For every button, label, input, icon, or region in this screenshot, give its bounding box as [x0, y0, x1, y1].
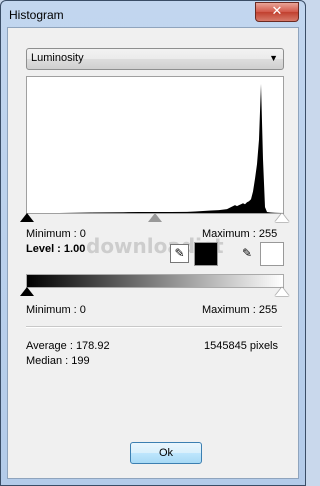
title-bar[interactable]: Histogram ✕	[1, 1, 305, 27]
chevron-down-icon: ▼	[269, 53, 278, 63]
eyedropper-icon: ✎	[241, 246, 253, 260]
input-levels-slider[interactable]	[20, 212, 289, 224]
median-label: Median : 199	[26, 355, 90, 367]
eyedropper-icon: ✎	[174, 246, 185, 260]
output-minimum-label: Minimum : 0	[26, 304, 86, 316]
close-button[interactable]: ✕	[255, 2, 299, 22]
white-eyedropper-button[interactable]: ✎	[238, 244, 256, 262]
gray-eyedropper-button[interactable]: ✎	[170, 244, 189, 263]
input-white-point-handle[interactable]	[275, 213, 289, 222]
histogram-plot	[27, 83, 282, 213]
white-swatch[interactable]	[260, 242, 284, 266]
output-maximum-label: Maximum : 255	[202, 304, 278, 316]
output-white-handle[interactable]	[275, 287, 289, 296]
black-swatch[interactable]	[194, 242, 218, 266]
histogram-area	[27, 83, 282, 213]
pixels-count-label: 1545845 pixels	[204, 340, 279, 352]
input-gamma-handle[interactable]	[148, 213, 162, 222]
ok-button-label: Ok	[158, 447, 174, 459]
output-black-handle[interactable]	[20, 287, 34, 296]
histogram-window: Histogram ✕ Luminosity ▼ Minimum : 0 Max…	[0, 0, 306, 486]
channel-dropdown[interactable]: Luminosity ▼	[26, 48, 284, 70]
level-label: Level : 1.00	[26, 243, 86, 255]
input-black-point-handle[interactable]	[20, 213, 34, 222]
dialog-body: Luminosity ▼ Minimum : 0 Maximum : 255 L…	[7, 27, 299, 479]
histogram-chart	[26, 76, 284, 214]
separator	[26, 326, 282, 328]
close-icon: ✕	[271, 4, 283, 19]
channel-dropdown-value: Luminosity	[31, 52, 84, 64]
average-label: Average : 178.92	[26, 340, 110, 352]
window-title: Histogram	[9, 8, 64, 22]
ok-button[interactable]: Ok	[130, 442, 202, 464]
input-minimum-label: Minimum : 0	[26, 228, 86, 240]
output-levels-slider[interactable]	[20, 286, 289, 298]
